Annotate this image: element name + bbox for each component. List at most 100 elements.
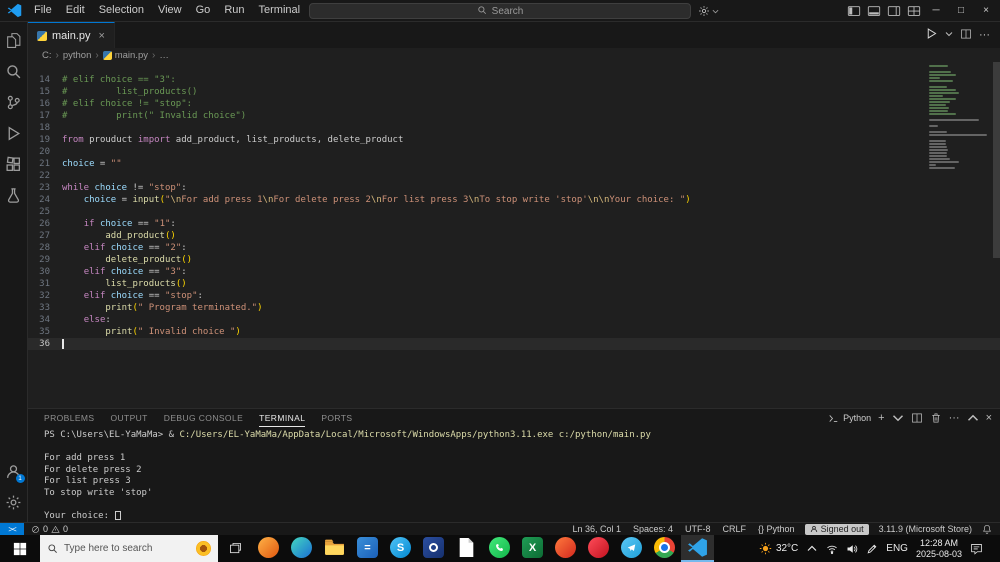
maximize-button[interactable]: □ — [949, 0, 973, 22]
line-number[interactable]: 27 — [28, 230, 62, 242]
menu-selection[interactable]: Selection — [92, 0, 151, 21]
editor-scrollbar[interactable] — [993, 62, 1000, 258]
taskbar-app-skype[interactable]: S — [384, 535, 417, 562]
line-number[interactable]: 33 — [28, 302, 62, 314]
clock[interactable]: 12:28 AM 2025-08-03 — [916, 538, 962, 559]
line-number[interactable]: 28 — [28, 242, 62, 254]
source-control-icon[interactable] — [0, 87, 28, 118]
weather-widget[interactable]: 32°C — [759, 542, 798, 555]
menu-file[interactable]: File — [27, 0, 59, 21]
line-number[interactable]: 35 — [28, 326, 62, 338]
panel-tab-ports[interactable]: PORTS — [313, 409, 360, 427]
command-center-search[interactable]: Search — [309, 3, 691, 19]
status-3-11-9-microsoft-store-[interactable]: 3.11.9 (Microsoft Store) — [873, 524, 978, 534]
customize-layout-icon[interactable] — [904, 2, 923, 20]
taskbar-app-vscode[interactable] — [681, 535, 714, 562]
maximize-panel-icon[interactable] — [967, 412, 979, 424]
line-number[interactable]: 15 — [28, 86, 62, 98]
line-number[interactable]: 16 — [28, 98, 62, 110]
status--python[interactable]: {} Python — [752, 524, 801, 534]
panel-tab-debug-console[interactable]: DEBUG CONSOLE — [156, 409, 251, 427]
start-button[interactable] — [0, 535, 40, 562]
status-signed-out[interactable]: Signed out — [804, 523, 869, 535]
taskbar-app-firefox[interactable] — [252, 535, 285, 562]
action-center-button[interactable] — [970, 542, 985, 555]
taskbar-app-opera-gx[interactable] — [549, 535, 582, 562]
network-icon[interactable] — [826, 543, 838, 555]
language-indicator[interactable]: ENG — [886, 543, 908, 554]
run-debug-icon[interactable] — [0, 118, 28, 149]
extensions-icon[interactable] — [0, 149, 28, 180]
new-terminal-icon[interactable]: + — [878, 412, 884, 424]
menu-edit[interactable]: Edit — [59, 0, 92, 21]
taskbar-app-telegram[interactable] — [615, 535, 648, 562]
panel-tab-problems[interactable]: PROBLEMS — [36, 409, 102, 427]
line-number[interactable]: 26 — [28, 218, 62, 230]
line-number[interactable]: 36 — [28, 338, 62, 350]
status-spaces-4[interactable]: Spaces: 4 — [627, 524, 679, 534]
tab-main.py[interactable]: main.py × — [28, 22, 115, 48]
gear-icon[interactable] — [698, 3, 719, 19]
taskbar-search-input[interactable]: Type here to search — [40, 535, 218, 562]
explorer-icon[interactable] — [0, 25, 28, 56]
taskbar-app-camera[interactable] — [417, 535, 450, 562]
notifications-bell-icon[interactable] — [978, 524, 1000, 534]
taskbar-app-excel[interactable]: X — [516, 535, 549, 562]
minimize-button[interactable]: ─ — [924, 0, 948, 22]
terminal-profile[interactable]: Python — [828, 413, 871, 424]
taskbar-app-chrome[interactable] — [648, 535, 681, 562]
terminal-dropdown-icon[interactable] — [892, 412, 904, 424]
taskbar-app-red-app[interactable] — [582, 535, 615, 562]
volume-icon[interactable] — [846, 543, 858, 555]
line-number[interactable]: 32 — [28, 290, 62, 302]
panel-tab-terminal[interactable]: TERMINAL — [251, 409, 313, 427]
testing-icon[interactable] — [0, 180, 28, 211]
kill-terminal-icon[interactable] — [930, 412, 942, 424]
line-number[interactable]: 14 — [28, 74, 62, 86]
line-number[interactable]: 19 — [28, 134, 62, 146]
breadcrumb-item[interactable]: main.py — [102, 50, 148, 61]
code-editor[interactable]: 14 # elif choice == "3": 15 # list_products… — [28, 62, 1000, 408]
toggle-secondary-sidebar-icon[interactable] — [884, 2, 903, 20]
chevron-up-icon[interactable] — [806, 543, 818, 555]
remote-indicator[interactable]: >< — [0, 523, 24, 535]
run-python-file-icon[interactable] — [925, 27, 938, 43]
search-icon[interactable] — [0, 56, 28, 87]
problems-indicator[interactable]: 0 0 — [24, 524, 75, 534]
breadcrumb-item[interactable]: python — [63, 50, 92, 61]
line-number[interactable]: 34 — [28, 314, 62, 326]
close-button[interactable]: × — [974, 0, 998, 22]
menu-view[interactable]: View — [151, 0, 189, 21]
line-number[interactable]: 30 — [28, 266, 62, 278]
taskbar-app-file-explorer[interactable] — [318, 535, 351, 562]
taskbar-app-edge[interactable] — [285, 535, 318, 562]
panel-more-icon[interactable]: ··· — [949, 412, 960, 424]
close-panel-icon[interactable]: × — [986, 412, 992, 424]
status-utf-8[interactable]: UTF-8 — [679, 524, 717, 534]
toggle-sidebar-icon[interactable] — [844, 2, 863, 20]
line-number[interactable]: 25 — [28, 206, 62, 218]
more-actions-icon[interactable]: ··· — [979, 29, 990, 41]
line-number[interactable]: 23 — [28, 182, 62, 194]
status-ln-36-col-1[interactable]: Ln 36, Col 1 — [566, 524, 627, 534]
menu-terminal[interactable]: Terminal — [252, 0, 308, 21]
menu-go[interactable]: Go — [189, 0, 218, 21]
line-number[interactable]: 22 — [28, 170, 62, 182]
accounts-icon[interactable]: 1 — [0, 456, 28, 487]
panel-tab-output[interactable]: OUTPUT — [102, 409, 155, 427]
tab-close-icon[interactable]: × — [99, 30, 105, 42]
line-number[interactable]: 20 — [28, 146, 62, 158]
line-number[interactable]: 24 — [28, 194, 62, 206]
line-number[interactable]: 29 — [28, 254, 62, 266]
taskbar-app-whatsapp[interactable] — [483, 535, 516, 562]
line-number[interactable]: 21 — [28, 158, 62, 170]
line-number[interactable]: 17 — [28, 110, 62, 122]
line-number[interactable]: 18 — [28, 122, 62, 134]
search-highlight-icon[interactable] — [196, 541, 211, 556]
breadcrumb-item[interactable]: C: — [42, 50, 52, 61]
breadcrumb-item[interactable]: … — [159, 50, 169, 61]
split-editor-icon[interactable] — [960, 28, 972, 43]
pen-icon[interactable] — [866, 543, 878, 555]
minimap[interactable] — [929, 65, 991, 173]
menu-run[interactable]: Run — [217, 0, 251, 21]
